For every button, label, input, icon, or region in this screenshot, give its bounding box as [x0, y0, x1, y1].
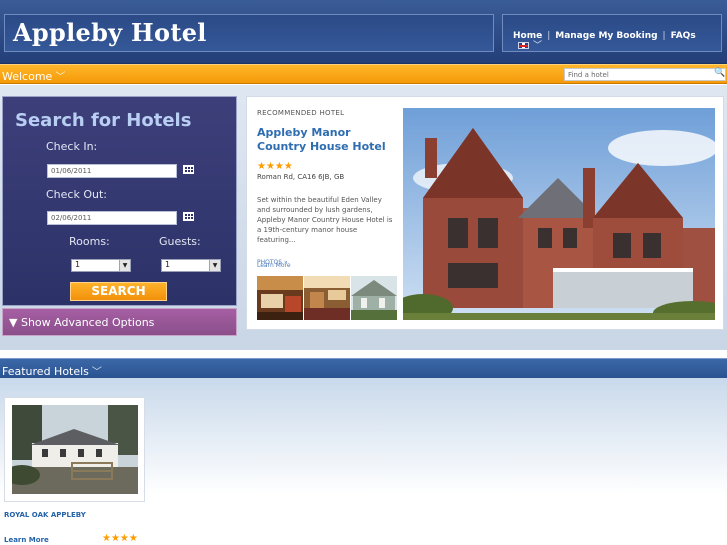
calendar-icon[interactable] — [183, 212, 194, 221]
welcome-label: Welcome — [2, 70, 53, 83]
featured-hotels-bar: Featured Hotels ﹀ — [0, 358, 727, 378]
rooms-label: Rooms: — [69, 235, 110, 248]
guests-select[interactable]: 1 ▼ — [161, 259, 221, 272]
calendar-icon[interactable] — [183, 165, 194, 174]
checkin-date-input[interactable]: 01/06/2011 — [47, 164, 177, 178]
welcome-menu[interactable]: Welcome ﹀ — [2, 68, 65, 83]
featured-hotel-name[interactable]: ROYAL OAK APPLEBY — [4, 511, 86, 519]
rooms-select[interactable]: 1 ▼ — [71, 259, 131, 272]
uk-flag-icon[interactable] — [518, 42, 529, 49]
featured-hotel-card[interactable] — [4, 397, 145, 502]
hotel-thumbnail[interactable] — [351, 276, 397, 320]
dropdown-arrow-icon: ▼ — [119, 260, 130, 271]
hotel-description: Set within the beautiful Eden Valley and… — [257, 196, 393, 244]
language-chevron-down-icon[interactable]: ﹀ — [533, 38, 542, 51]
top-nav: Home | Manage My Booking | FAQs ﹀ — [502, 14, 722, 52]
advanced-options-label: ▼ Show Advanced Options — [9, 316, 155, 329]
guests-label: Guests: — [159, 235, 201, 248]
find-hotel-box: 🔍 — [564, 68, 726, 81]
learn-more-link[interactable]: Learn More — [257, 262, 291, 269]
checkin-label: Check In: — [46, 140, 98, 153]
featured-star-rating: ★★★★ — [102, 533, 138, 544]
checkout-label: Check Out: — [46, 188, 107, 201]
featured-hotels-toggle[interactable]: Featured Hotels ﹀ — [2, 363, 102, 378]
logo-box: Appleby Hotel — [4, 14, 494, 52]
search-icon[interactable]: 🔍 — [714, 68, 725, 78]
guests-value: 1 — [165, 260, 171, 269]
nav-separator: | — [547, 31, 551, 41]
nav-faqs-link[interactable]: FAQs — [671, 31, 696, 41]
chevron-down-icon: ﹀ — [55, 72, 66, 83]
chevron-down-icon: ﹀ — [91, 367, 102, 378]
recommended-hotel-name[interactable]: Appleby Manor Country House Hotel — [257, 126, 402, 154]
hotel-address: Roman Rd, CA16 6JB, GB — [257, 173, 345, 181]
recommended-label: RECOMMENDED HOTEL — [257, 109, 345, 117]
site-title[interactable]: Appleby Hotel — [13, 18, 207, 47]
hotel-search-panel: Search for Hotels Check In: 01/06/2011 C… — [2, 96, 237, 306]
rooms-value: 1 — [75, 260, 81, 269]
featured-hotels-label: Featured Hotels — [2, 365, 89, 378]
dropdown-arrow-icon: ▼ — [209, 260, 220, 271]
checkout-date-input[interactable]: 02/06/2011 — [47, 211, 177, 225]
recommended-hotel-panel: RECOMMENDED HOTEL Appleby Manor Country … — [246, 96, 724, 330]
hotel-thumbnail[interactable] — [257, 276, 303, 320]
find-hotel-input[interactable] — [565, 69, 705, 80]
site-header: Appleby Hotel Home | Manage My Booking | FAQ… — [0, 0, 727, 64]
featured-learn-more-link[interactable]: Learn More — [4, 536, 49, 544]
featured-hotel-photo[interactable] — [12, 405, 138, 494]
star-rating: ★★★★ — [257, 161, 293, 172]
hotel-thumbnail[interactable] — [304, 276, 350, 320]
advanced-options-toggle[interactable]: ▼ Show Advanced Options — [2, 308, 237, 336]
welcome-bar: Welcome﹀ 🔍 — [0, 64, 727, 84]
nav-separator: | — [662, 31, 666, 41]
search-title: Search for Hotels — [15, 110, 192, 131]
nav-manage-booking-link[interactable]: Manage My Booking — [555, 31, 657, 41]
search-button[interactable]: SEARCH — [70, 282, 167, 301]
recommended-hotel-photo[interactable] — [403, 108, 715, 320]
